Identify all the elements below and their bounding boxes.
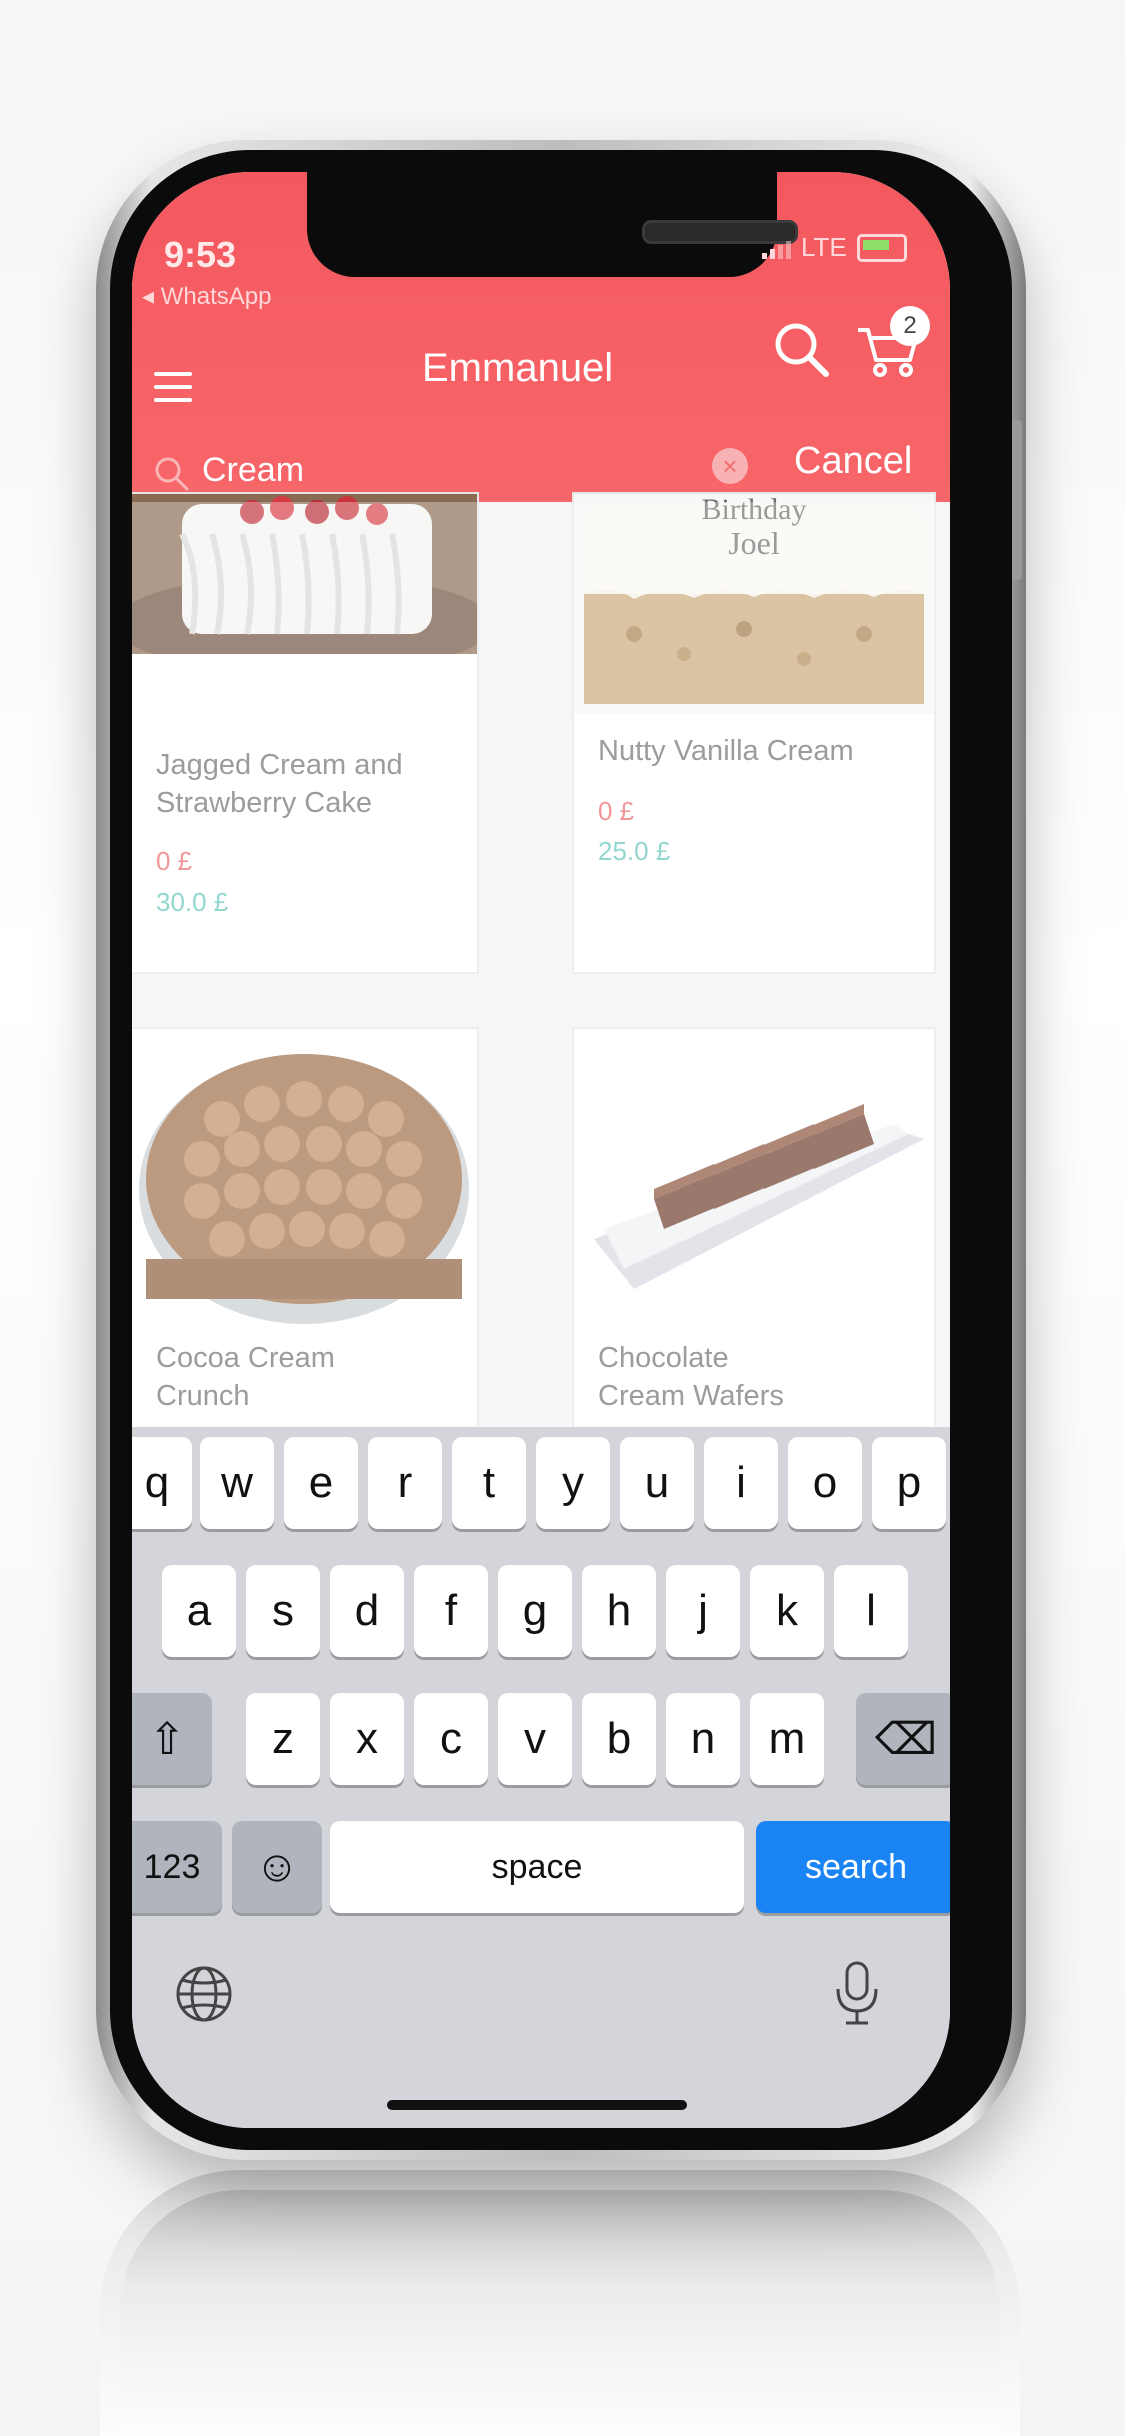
notch: [307, 172, 798, 277]
key-r[interactable]: r: [368, 1437, 442, 1529]
svg-text:Joel: Joel: [728, 525, 780, 561]
shift-key[interactable]: ⇧: [132, 1693, 212, 1785]
shift-icon: ⇧: [148, 1714, 186, 1764]
clear-icon[interactable]: ×: [712, 448, 748, 484]
key-h[interactable]: h: [582, 1565, 656, 1657]
delete-key[interactable]: ⌫: [856, 1693, 950, 1785]
product-name: Cocoa Cream Crunch: [156, 1342, 335, 1412]
cart-count-badge: 2: [890, 306, 930, 346]
product-image: [132, 1029, 477, 1329]
search-field-icon: [155, 457, 189, 491]
product-card[interactable]: Chocolate Cream Wafers: [572, 1027, 936, 1451]
key-g[interactable]: g: [498, 1565, 572, 1657]
product-image: Birthday Joel: [574, 494, 934, 714]
search-key[interactable]: search: [756, 1821, 950, 1913]
globe-icon[interactable]: [172, 1962, 236, 2026]
status-time: 9:53: [164, 234, 237, 275]
product-sale-price: 0 £: [156, 846, 193, 876]
signal-icon: [762, 237, 791, 259]
key-w[interactable]: w: [200, 1437, 274, 1529]
network-label: LTE: [801, 232, 847, 262]
key-t[interactable]: t: [452, 1437, 526, 1529]
key-x[interactable]: x: [330, 1693, 404, 1785]
battery-icon: [856, 233, 907, 262]
keyboard: q w e r t y u i o p a s d f g h j k l ⇧ …: [132, 1427, 950, 2128]
key-m[interactable]: m: [750, 1693, 824, 1785]
page-title: Emmanuel: [422, 346, 614, 390]
svg-text:Birthday: Birthday: [702, 494, 807, 526]
key-p[interactable]: p: [872, 1437, 946, 1529]
back-to-app-link[interactable]: ◂ WhatsApp: [142, 282, 271, 311]
numbers-key[interactable]: 123: [132, 1821, 222, 1913]
menu-icon[interactable]: [154, 372, 192, 406]
emoji-key[interactable]: ☺: [232, 1821, 322, 1913]
product-name: Nutty Vanilla Cream: [598, 735, 854, 767]
search-icon[interactable]: [772, 320, 832, 380]
search-input[interactable]: [202, 446, 702, 494]
key-b[interactable]: b: [582, 1693, 656, 1785]
key-v[interactable]: v: [498, 1693, 572, 1785]
key-l[interactable]: l: [834, 1565, 908, 1657]
key-c[interactable]: c: [414, 1693, 488, 1785]
key-s[interactable]: s: [246, 1565, 320, 1657]
key-e[interactable]: e: [284, 1437, 358, 1529]
home-indicator[interactable]: [387, 2100, 687, 2110]
key-j[interactable]: j: [666, 1565, 740, 1657]
product-sale-price: 0 £: [598, 796, 635, 826]
background: 9:53 ◂ WhatsApp LTE Emmanuel 2 Cream × C…: [0, 0, 1125, 2436]
product-card[interactable]: Jagged Cream and Strawberry Cake 0 £ 30.…: [132, 492, 479, 974]
key-n[interactable]: n: [666, 1693, 740, 1785]
product-name: Jagged Cream and Strawberry Cake: [156, 749, 403, 819]
key-y[interactable]: y: [536, 1437, 610, 1529]
key-d[interactable]: d: [330, 1565, 404, 1657]
delete-icon: ⌫: [874, 1714, 938, 1764]
key-i[interactable]: i: [704, 1437, 778, 1529]
phone-screen: 9:53 ◂ WhatsApp LTE Emmanuel 2 Cream × C…: [132, 172, 950, 2128]
phone-reflection-shadow: [120, 2190, 1000, 2436]
microphone-icon[interactable]: [832, 1959, 882, 2029]
product-price: 30.0 £: [156, 887, 229, 917]
cancel-button[interactable]: Cancel: [794, 440, 912, 483]
product-card[interactable]: Cocoa Cream Crunch: [132, 1027, 479, 1451]
key-f[interactable]: f: [414, 1565, 488, 1657]
key-z[interactable]: z: [246, 1693, 320, 1785]
key-u[interactable]: u: [620, 1437, 694, 1529]
key-o[interactable]: o: [788, 1437, 862, 1529]
product-image: [132, 494, 477, 654]
emoji-icon: ☺: [254, 1842, 300, 1891]
product-card[interactable]: Birthday Joel Nutty Vanilla Cream 0 £ 25…: [572, 492, 936, 974]
key-q[interactable]: q: [132, 1437, 192, 1529]
product-name: Chocolate Cream Wafers: [598, 1342, 784, 1412]
key-k[interactable]: k: [750, 1565, 824, 1657]
space-key[interactable]: space: [330, 1821, 744, 1913]
status-indicators: LTE: [762, 232, 907, 263]
product-image: [574, 1029, 934, 1329]
product-price: 25.0 £: [598, 836, 671, 866]
key-a[interactable]: a: [162, 1565, 236, 1657]
